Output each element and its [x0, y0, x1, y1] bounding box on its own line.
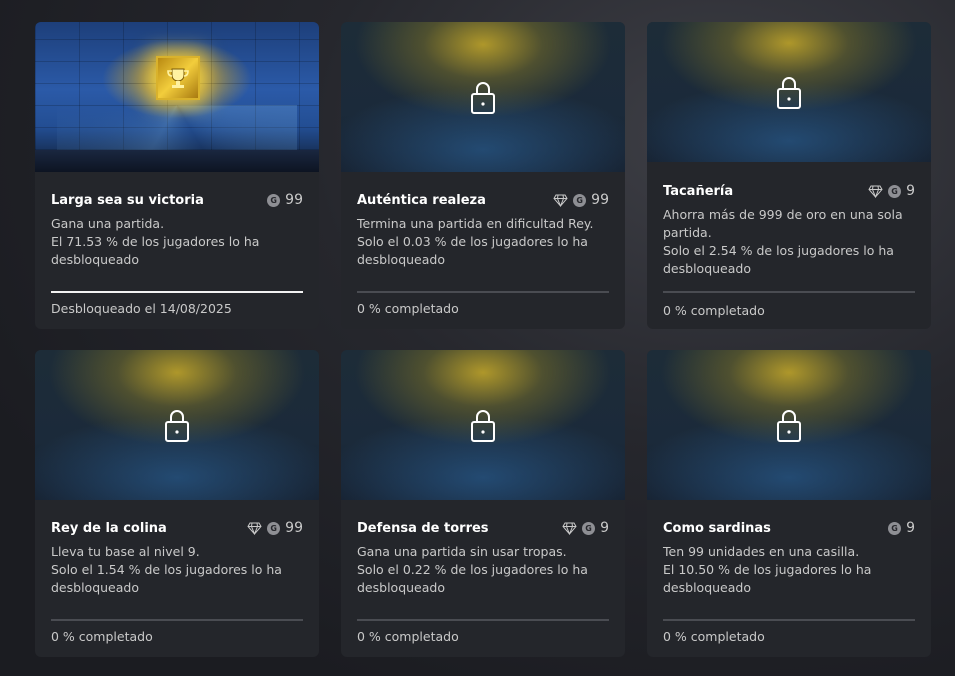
- achievement-title: Como sardinas: [663, 520, 771, 536]
- gamerscore-icon: G: [888, 184, 902, 198]
- progress-bar: [663, 291, 915, 293]
- achievement-status: 0 % completado: [357, 301, 459, 316]
- achievement-rarity: Solo el 0.22 % de los jugadores lo ha de…: [357, 562, 588, 595]
- gamerscore: G 9: [868, 183, 915, 199]
- gamerscore: G 9: [888, 520, 915, 536]
- achievement-image: [341, 350, 625, 500]
- gamerscore: G 9: [562, 520, 609, 536]
- achievement-description: Gana una partida sin usar tropas.: [357, 544, 567, 559]
- achievement-card[interactable]: Auténtica realeza G 99 Termina una parti…: [341, 22, 625, 329]
- gamerscore-value: 99: [285, 520, 303, 536]
- progress-bar: [357, 291, 609, 293]
- achievement-card[interactable]: Rey de la colina G 99 Lleva tu base al n…: [35, 350, 319, 657]
- achievement-rarity: Solo el 0.03 % de los jugadores lo ha de…: [357, 234, 588, 267]
- achievement-title: Auténtica realeza: [357, 192, 486, 208]
- gamerscore-icon: G: [582, 521, 596, 535]
- achievement-image: [647, 350, 931, 500]
- gamerscore-icon: G: [267, 193, 281, 207]
- achievement-title: Larga sea su victoria: [51, 192, 204, 208]
- gamerscore-value: 9: [906, 520, 915, 536]
- gamerscore-value: 9: [906, 183, 915, 199]
- gamerscore: G 99: [553, 192, 609, 208]
- achievement-description: Ahorra más de 999 de oro en una sola par…: [663, 207, 903, 240]
- gamerscore-icon: G: [267, 521, 281, 535]
- achievement-image: [35, 350, 319, 500]
- achievement-description: Termina una partida en dificultad Rey.: [357, 216, 594, 231]
- achievement-description: Ten 99 unidades en una casilla.: [663, 544, 860, 559]
- achievement-card[interactable]: Larga sea su victoria G 99 Gana una part…: [35, 22, 319, 329]
- achievement-status: 0 % completado: [51, 629, 153, 644]
- gamerscore-icon: G: [888, 521, 902, 535]
- achievement-card[interactable]: Tacañería G 9 Ahorra más de 999 de oro e…: [647, 22, 931, 329]
- achievement-rarity: El 71.53 % de los jugadores lo ha desblo…: [51, 234, 260, 267]
- progress-bar: [663, 619, 915, 621]
- achievement-card[interactable]: Defensa de torres G 9 Gana una partida s…: [341, 350, 625, 657]
- achievement-title: Tacañería: [663, 183, 734, 199]
- achievement-title: Defensa de torres: [357, 520, 489, 536]
- achievement-image: [647, 22, 931, 162]
- achievement-description: Gana una partida.: [51, 216, 165, 231]
- lock-icon: [777, 410, 801, 442]
- gamerscore: G 99: [267, 192, 303, 208]
- achievement-rarity: Solo el 2.54 % de los jugadores lo ha de…: [663, 243, 894, 276]
- achievement-status: 0 % completado: [357, 629, 459, 644]
- achievement-image: [341, 22, 625, 172]
- lock-icon: [165, 410, 189, 442]
- rare-diamond-icon: [562, 522, 577, 535]
- gamerscore-value: 9: [600, 520, 609, 536]
- achievement-card[interactable]: Como sardinas G 9 Ten 99 unidades en una…: [647, 350, 931, 657]
- achievement-status: 0 % completado: [663, 629, 765, 644]
- lock-icon: [777, 77, 801, 109]
- progress-bar: [51, 291, 303, 293]
- lock-icon: [471, 82, 495, 114]
- rare-diamond-icon: [868, 185, 883, 198]
- achievement-status: 0 % completado: [663, 303, 765, 318]
- trophy-icon: [156, 56, 200, 100]
- achievement-status: Desbloqueado el 14/08/2025: [51, 301, 232, 316]
- achievement-title: Rey de la colina: [51, 520, 167, 536]
- gamerscore-value: 99: [285, 192, 303, 208]
- achievement-rarity: El 10.50 % de los jugadores lo ha desblo…: [663, 562, 872, 595]
- rare-diamond-icon: [553, 194, 568, 207]
- rare-diamond-icon: [247, 522, 262, 535]
- gamerscore-icon: G: [573, 193, 587, 207]
- progress-bar: [357, 619, 609, 621]
- progress-bar: [51, 619, 303, 621]
- lock-icon: [471, 410, 495, 442]
- gamerscore: G 99: [247, 520, 303, 536]
- achievement-image: [35, 22, 319, 172]
- achievement-rarity: Solo el 1.54 % de los jugadores lo ha de…: [51, 562, 282, 595]
- gamerscore-value: 99: [591, 192, 609, 208]
- achievement-description: Lleva tu base al nivel 9.: [51, 544, 200, 559]
